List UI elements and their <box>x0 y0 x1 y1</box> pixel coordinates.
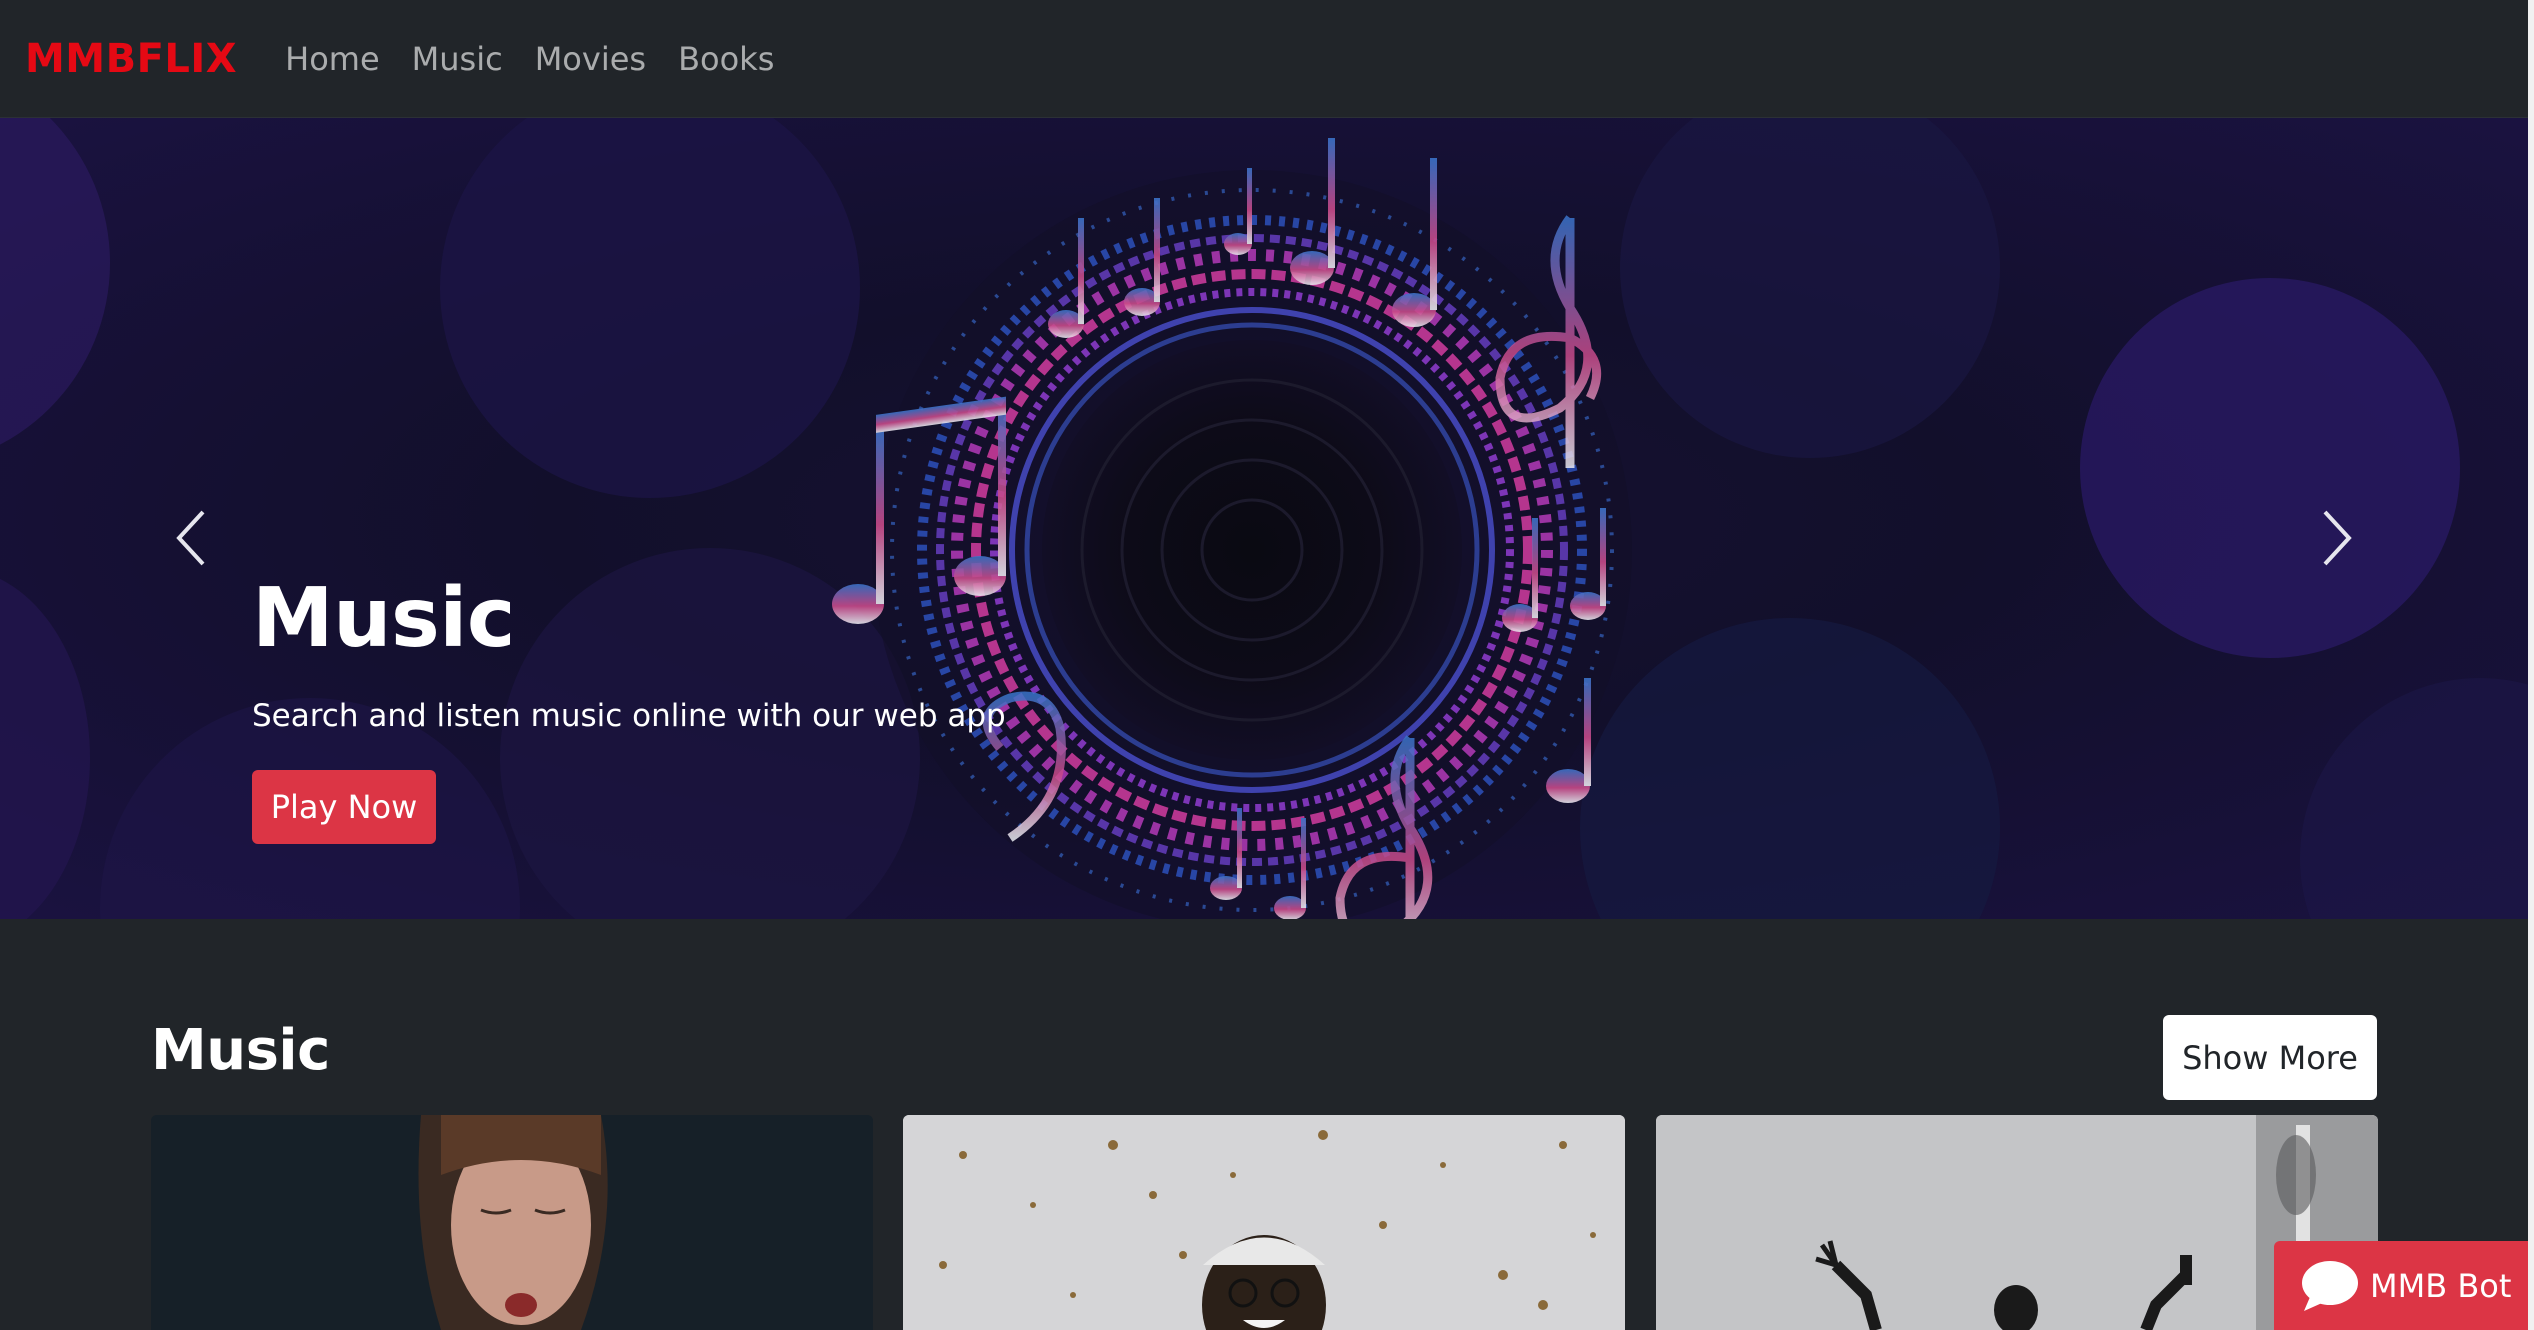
nav-link-home[interactable]: Home <box>285 40 380 78</box>
music-card[interactable] <box>1656 1115 2378 1330</box>
card-image <box>151 1115 873 1330</box>
music-card[interactable] <box>151 1115 873 1330</box>
hero-subtitle: Search and listen music online with our … <box>252 698 1006 734</box>
chevron-right-icon <box>2323 510 2352 566</box>
page-scrollbar[interactable] <box>2528 0 2534 1330</box>
chat-bot-button[interactable]: MMB Bot <box>2274 1241 2528 1330</box>
carousel-prev-button[interactable] <box>130 478 250 598</box>
carousel-caption: Music Search and listen music online wit… <box>252 578 1006 844</box>
chat-bot-label: MMB Bot <box>2370 1266 2512 1305</box>
nav-link-books[interactable]: Books <box>678 40 774 78</box>
nav-links: Home Music Movies Books <box>285 40 774 78</box>
nav-link-music[interactable]: Music <box>412 40 503 78</box>
card-image <box>1656 1115 2378 1330</box>
carousel-next-button[interactable] <box>2278 478 2398 598</box>
play-now-button[interactable]: Play Now <box>252 770 436 844</box>
page: MMBFLIX Home Music Movies Books Music Se… <box>0 0 2534 1330</box>
brand-logo[interactable]: MMBFLIX <box>25 36 237 82</box>
hero-title: Music <box>252 571 515 666</box>
navbar: MMBFLIX Home Music Movies Books <box>0 0 2528 118</box>
section-title: Music <box>151 1018 330 1083</box>
nav-link-movies[interactable]: Movies <box>535 40 646 78</box>
card-image <box>903 1115 1625 1330</box>
music-card[interactable] <box>903 1115 1625 1330</box>
show-more-button[interactable]: Show More <box>2163 1015 2377 1100</box>
chevron-left-icon <box>176 510 205 566</box>
chat-bubble-icon <box>2300 1259 2360 1313</box>
hero-carousel: Music Search and listen music online wit… <box>0 118 2528 919</box>
